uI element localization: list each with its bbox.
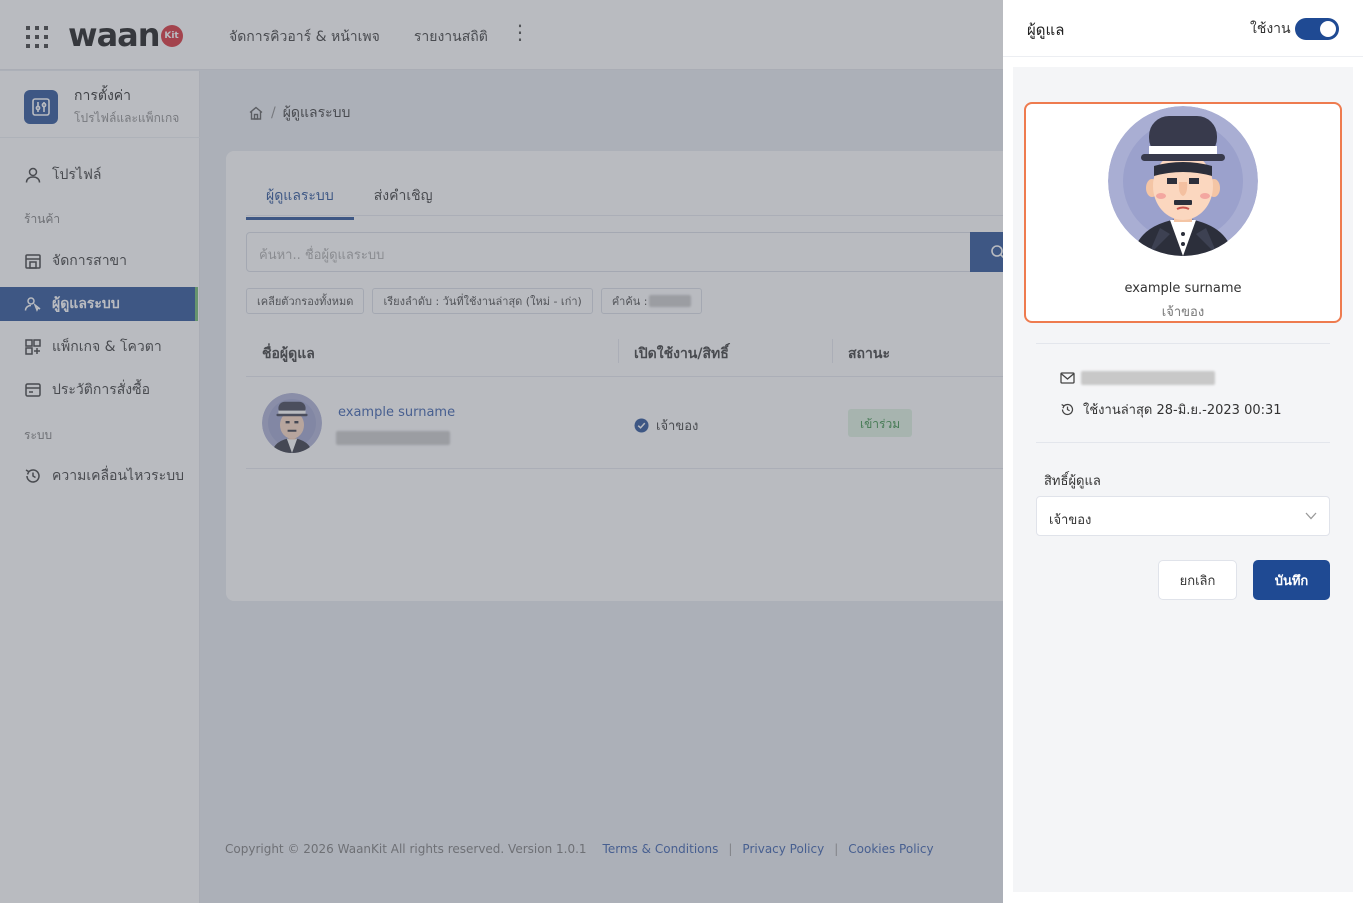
drawer-header: ผู้ดูแล ใช้งาน	[1003, 0, 1363, 57]
drawer-title: ผู้ดูแล	[1027, 21, 1065, 39]
chevron-down-icon	[1305, 512, 1317, 520]
profile-card: example surname เจ้าของ	[1024, 102, 1342, 323]
last-used-text: ใช้งานล่าสุด 28-มิ.ย.-2023 00:31	[1083, 403, 1282, 418]
email-row	[1060, 371, 1215, 385]
profile-name: example surname	[1124, 281, 1242, 296]
permission-select-value: เจ้าของ	[1049, 513, 1092, 528]
permission-select[interactable]: เจ้าของ	[1036, 496, 1330, 536]
drawer-divider	[1036, 343, 1330, 344]
last-used-row: ใช้งานล่าสุด 28-มิ.ย.-2023 00:31	[1060, 399, 1282, 420]
active-toggle-label: ใช้งาน	[1250, 21, 1291, 37]
cancel-button[interactable]: ยกเลิก	[1158, 560, 1237, 600]
profile-role: เจ้าของ	[1161, 305, 1205, 320]
save-button[interactable]: บันทึก	[1253, 560, 1330, 600]
admin-detail-drawer: ผู้ดูแล ใช้งาน example surname เจ้าของ ใ…	[1003, 0, 1363, 903]
toggle-knob	[1320, 21, 1336, 37]
active-toggle[interactable]	[1295, 18, 1339, 40]
permission-label: สิทธิ์ผู้ดูแล	[1044, 474, 1101, 489]
drawer-body: example surname เจ้าของ ใช้งานล่าสุด 28-…	[1013, 67, 1353, 892]
avatar	[1108, 106, 1258, 256]
history-icon	[1061, 403, 1074, 416]
mail-icon	[1060, 372, 1075, 384]
redacted-email	[1081, 371, 1215, 385]
drawer-divider	[1036, 442, 1330, 443]
